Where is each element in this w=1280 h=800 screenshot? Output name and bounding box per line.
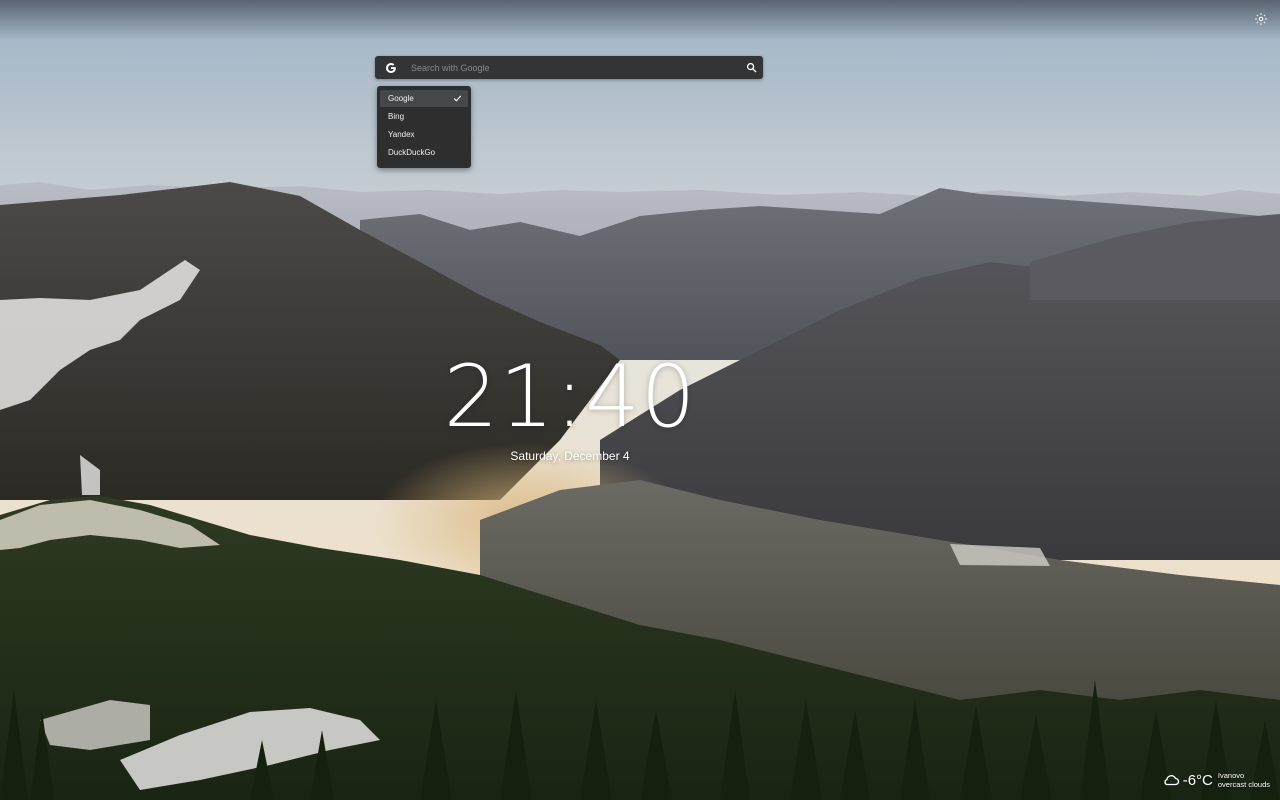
weather-widget[interactable]: -6°C Ivanovo overcast clouds [1162, 769, 1270, 791]
search-submit-button[interactable] [739, 56, 763, 79]
new-tab-page: Google Bing Yandex DuckDuckGo 21:40 Satu… [0, 0, 1280, 800]
engine-option-label: Bing [388, 112, 405, 121]
search-engine-selector[interactable] [375, 56, 407, 79]
engine-option-bing[interactable]: Bing [380, 108, 468, 125]
check-icon [453, 94, 462, 103]
engine-option-label: Yandex [388, 130, 415, 139]
clock-date: Saturday, December 4 [510, 449, 630, 463]
engine-option-label: DuckDuckGo [388, 148, 436, 157]
search-input[interactable] [407, 56, 739, 79]
weather-info: Ivanovo overcast clouds [1218, 771, 1270, 789]
cloud-icon [1162, 772, 1180, 788]
engine-option-google[interactable]: Google [380, 90, 468, 107]
search-engine-menu: Google Bing Yandex DuckDuckGo [377, 86, 471, 168]
top-shade [0, 0, 1280, 40]
weather-condition: overcast clouds [1217, 780, 1270, 789]
clock-time: 21:40 [443, 347, 697, 447]
weather-temperature: -6°C [1182, 771, 1213, 789]
search-bar [375, 56, 763, 79]
engine-option-duckduckgo[interactable]: DuckDuckGo [380, 144, 468, 161]
settings-button[interactable] [1254, 12, 1268, 26]
weather-city: Ivanovo [1217, 771, 1245, 780]
engine-option-label: Google [388, 94, 414, 103]
google-icon [385, 62, 397, 74]
engine-option-yandex[interactable]: Yandex [380, 126, 468, 143]
gear-icon [1254, 12, 1268, 26]
search-icon [746, 62, 757, 73]
